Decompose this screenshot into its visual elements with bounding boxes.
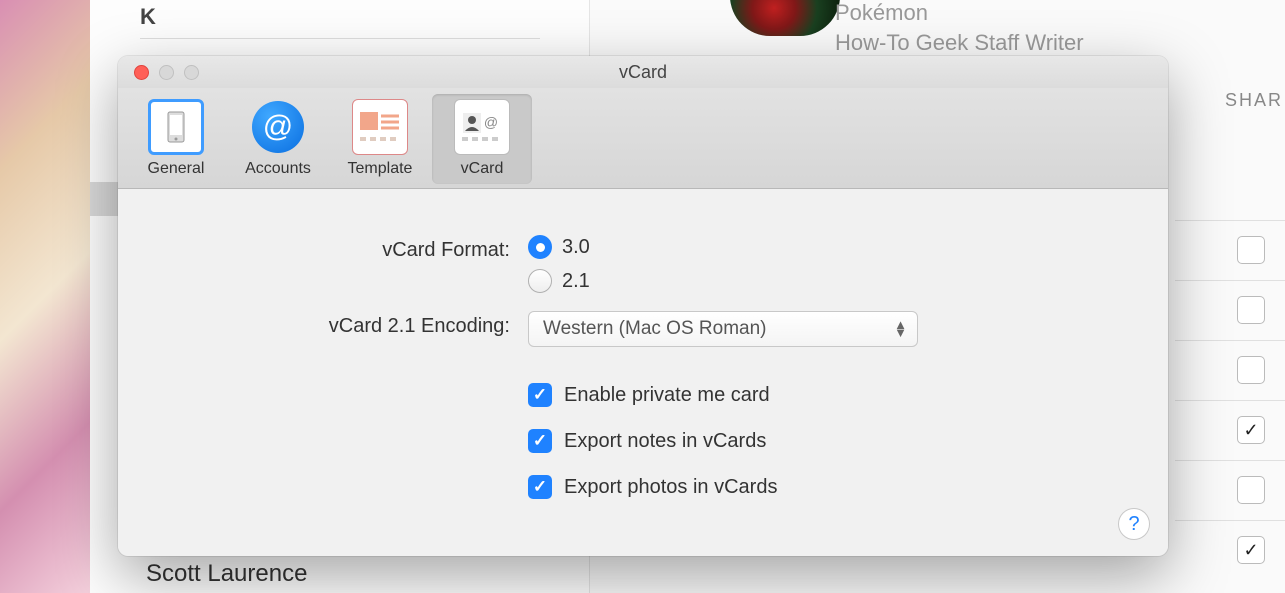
tab-accounts[interactable]: @ Accounts [228,94,328,184]
radio-label: 2.1 [562,270,590,293]
share-heading: SHAR [1225,90,1283,111]
bg-checkbox[interactable] [1237,476,1265,504]
contacts-section-header: K [100,0,580,47]
dialog-content: vCard Format: 3.0 2.1 vCard 2.1 Encoding… [118,189,1168,549]
minimize-window-button[interactable] [159,65,174,80]
checkmark-icon: ✓ [528,429,552,453]
vcard-format-row: vCard Format: 3.0 2.1 [158,235,1128,293]
vcard-format-option-30[interactable]: 3.0 [528,235,1128,259]
bg-checkbox[interactable] [1237,356,1265,384]
dialog-title: vCard [118,62,1168,83]
bg-checkbox[interactable] [1237,236,1265,264]
help-icon: ? [1128,513,1139,536]
contact-detail-line: How-To Geek Staff Writer [835,30,1265,56]
close-window-button[interactable] [134,65,149,80]
window-controls [118,65,199,80]
bg-checkbox[interactable]: ✓ [1237,416,1265,444]
bg-checkbox[interactable] [1237,296,1265,324]
vcard-format-option-21[interactable]: 2.1 [528,269,1128,293]
contact-detail-line: Pokémon [835,0,1265,26]
encoding-label: vCard 2.1 Encoding: [158,311,528,338]
tab-general[interactable]: General [126,94,226,184]
tab-label: General [126,160,226,178]
tab-vcard[interactable]: @ vCard [432,94,532,184]
vcard-format-label: vCard Format: [158,235,528,262]
section-letter: K [140,4,156,29]
contact-name[interactable]: Scott Laurence [146,560,307,588]
contact-detail-text: Pokémon How-To Geek Staff Writer [835,0,1265,56]
checkmark-icon: ✓ [528,383,552,407]
zoom-window-button[interactable] [184,65,199,80]
radio-label: 3.0 [562,236,590,259]
contact-avatar [730,0,840,36]
checkbox-label: Export notes in vCards [564,430,766,453]
chevron-updown-icon: ▲▼ [894,321,907,337]
export-notes-checkbox[interactable]: ✓ Export notes in vCards [528,429,1128,453]
vcard-icon: @ [432,98,532,156]
help-button[interactable]: ? [1118,508,1150,540]
checkbox-label: Export photos in vCards [564,476,777,499]
right-divider-stack [1175,220,1285,580]
background-checkbox-column: ✓ ✓ [1237,236,1265,564]
wallpaper-strip [0,0,90,593]
radio-icon [528,235,552,259]
accounts-icon: @ [228,98,328,156]
radio-icon [528,269,552,293]
checkmark-icon: ✓ [528,475,552,499]
encoding-value: Western (Mac OS Roman) [543,318,766,340]
checkbox-group: ✓ Enable private me card ✓ Export notes … [158,383,1128,511]
enable-private-me-card-checkbox[interactable]: ✓ Enable private me card [528,383,1128,407]
titlebar: vCard [118,56,1168,88]
encoding-select[interactable]: Western (Mac OS Roman) ▲▼ [528,311,918,347]
tab-template[interactable]: Template [330,94,430,184]
general-icon [126,98,226,156]
export-photos-checkbox[interactable]: ✓ Export photos in vCards [528,475,1128,499]
template-icon [330,98,430,156]
tab-label: vCard [432,160,532,178]
tab-label: Template [330,160,430,178]
preferences-toolbar: General @ Accounts Template @ [118,88,1168,189]
svg-text:@: @ [484,114,498,130]
bg-checkbox[interactable]: ✓ [1237,536,1265,564]
checkbox-label: Enable private me card [564,384,770,407]
encoding-row: vCard 2.1 Encoding: Western (Mac OS Roma… [158,311,1128,347]
tab-label: Accounts [228,160,328,178]
preferences-dialog: vCard General @ Accounts [118,56,1168,556]
